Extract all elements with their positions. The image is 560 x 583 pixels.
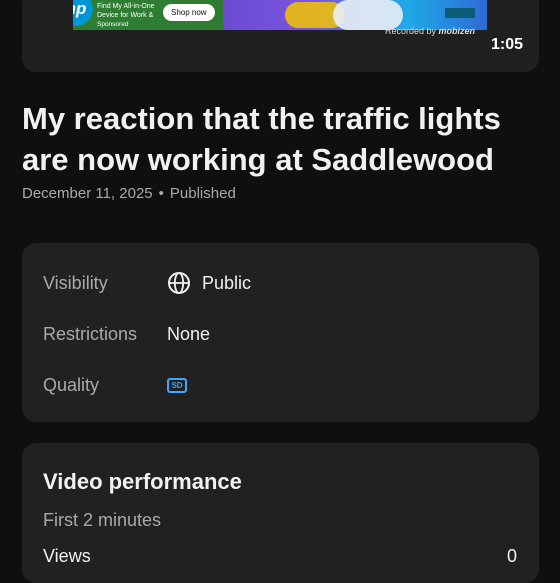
publish-date: December 11, 2025 xyxy=(22,185,153,202)
publish-status: Published xyxy=(169,185,236,202)
performance-title: Video performance xyxy=(43,469,242,494)
hp-logo: hp xyxy=(73,0,93,26)
quality-row[interactable]: Quality SD xyxy=(43,372,519,398)
shop-now-button[interactable]: Shop now xyxy=(163,4,215,21)
quality-label: Quality xyxy=(43,374,100,395)
video-meta: December 11, 2025 • Published xyxy=(22,185,236,202)
meta-separator: • xyxy=(158,185,164,202)
restrictions-value: None xyxy=(167,323,211,344)
views-row: Views 0 xyxy=(43,546,517,567)
ad-text: Find My All-in-One Device for Work & Spo… xyxy=(97,3,155,28)
visibility-label: Visibility xyxy=(43,272,108,293)
sd-quality-icon: SD xyxy=(167,377,187,393)
views-value: 0 xyxy=(506,546,517,566)
views-label: Views xyxy=(43,546,91,566)
video-player[interactable]: hp Find My All-in-One Device for Work & … xyxy=(22,0,539,72)
restrictions-row[interactable]: Restrictions None xyxy=(43,321,519,347)
globe-icon xyxy=(168,272,190,294)
visibility-value: Public xyxy=(202,272,252,293)
restrictions-label: Restrictions xyxy=(43,323,138,344)
video-duration: 1:05 xyxy=(490,36,523,53)
performance-subtitle: First 2 minutes xyxy=(43,510,162,530)
visibility-row[interactable]: Visibility Public xyxy=(43,270,519,296)
recorder-watermark: Recorded by mobizen xyxy=(385,26,476,36)
video-title: My reaction that the traffic lights are … xyxy=(22,101,501,177)
video-details-card: Visibility Public Restrictions None Qual… xyxy=(22,243,539,422)
video-performance-card[interactable]: Video performance First 2 minutes Views … xyxy=(22,443,539,583)
